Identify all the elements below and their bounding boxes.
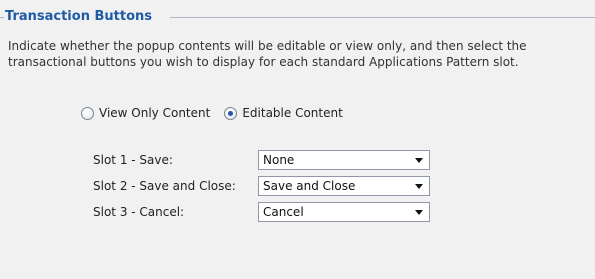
chevron-down-icon[interactable] — [415, 158, 423, 163]
view-only-content-label[interactable]: View Only Content — [99, 106, 210, 120]
view-only-content-option[interactable]: View Only Content — [81, 106, 210, 120]
chevron-down-icon[interactable] — [415, 184, 423, 189]
slot-1-select[interactable]: None — [258, 150, 430, 170]
editable-content-label[interactable]: Editable Content — [242, 106, 342, 120]
editable-content-option[interactable]: Editable Content — [224, 106, 343, 120]
instructions-line-2: transactional buttons you wish to displa… — [8, 55, 519, 69]
slot-2-select[interactable]: Save and Close — [258, 176, 430, 196]
chevron-down-icon[interactable] — [415, 210, 423, 215]
slot-2-row: Slot 2 - Save and Close: Save and Close — [93, 175, 430, 197]
slot-2-label: Slot 2 - Save and Close: — [93, 179, 236, 193]
header-rule — [170, 17, 595, 18]
slot-3-row: Slot 3 - Cancel: Cancel — [93, 201, 430, 223]
slot-3-select[interactable]: Cancel — [258, 202, 430, 222]
view-only-radio-icon[interactable] — [81, 106, 94, 120]
slot-2-selected-value: Save and Close — [263, 179, 356, 193]
editable-radio-icon[interactable] — [224, 106, 238, 120]
content-mode-radio-group: View Only Content Editable Content — [81, 104, 343, 122]
section-title: Transaction Buttons — [5, 9, 154, 25]
slot-1-selected-value: None — [263, 153, 295, 167]
slot-1-row: Slot 1 - Save: None — [93, 149, 430, 171]
instructions-text: Indicate whether the popup contents will… — [8, 38, 583, 70]
transaction-buttons-header: Transaction Buttons — [0, 9, 595, 25]
slot-3-selected-value: Cancel — [263, 205, 304, 219]
slot-1-label: Slot 1 - Save: — [93, 153, 173, 167]
instructions-line-1: Indicate whether the popup contents will… — [8, 39, 527, 53]
slot-3-label: Slot 3 - Cancel: — [93, 205, 185, 219]
header-rule-left — [0, 17, 4, 18]
